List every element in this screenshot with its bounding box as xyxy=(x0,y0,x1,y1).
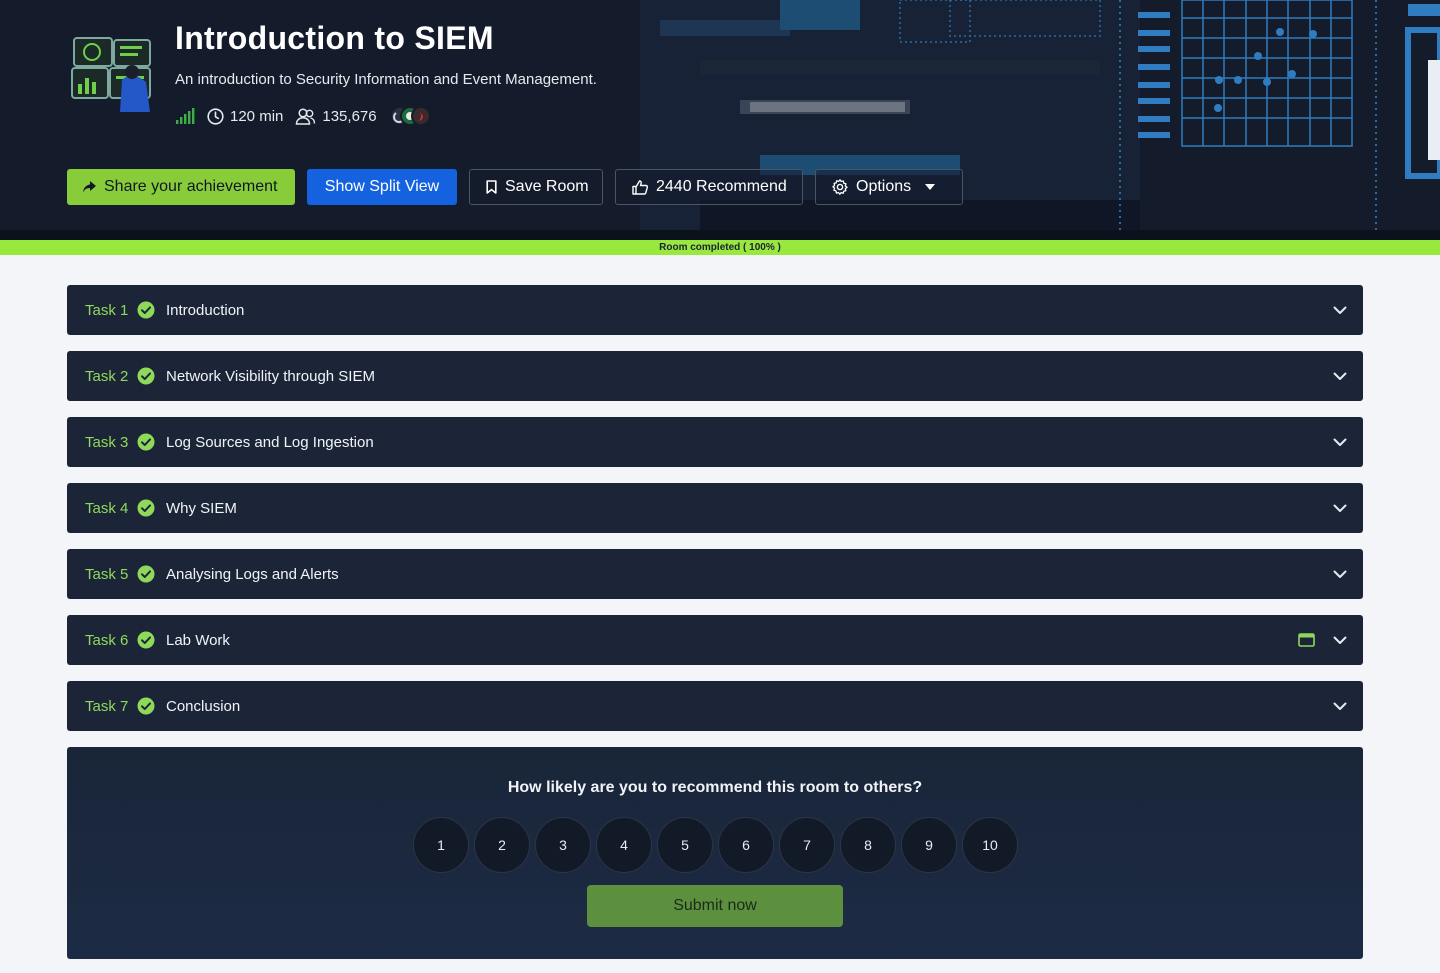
task-title: Introduction xyxy=(166,301,245,319)
task-row[interactable]: Task 2 Network Visibility through SIEM xyxy=(67,351,1363,401)
chevron-down-icon[interactable] xyxy=(1333,570,1347,579)
chevron-down-icon[interactable] xyxy=(1333,636,1347,645)
rating-option-1[interactable]: 1 xyxy=(413,817,469,873)
bookmark-icon xyxy=(486,180,497,194)
room-progress-bar: Room completed ( 100% ) xyxy=(0,240,1440,255)
task-title: Log Sources and Log Ingestion xyxy=(166,433,374,451)
split-view-button[interactable]: Show Split View xyxy=(307,169,457,205)
task-row[interactable]: Task 3 Log Sources and Log Ingestion xyxy=(67,417,1363,467)
thumbs-up-icon xyxy=(632,179,648,195)
task-title: Lab Work xyxy=(166,631,230,649)
user-count: 135,676 xyxy=(295,107,377,125)
rating-option-9[interactable]: 9 xyxy=(901,817,957,873)
save-room-label: Save Room xyxy=(505,178,589,195)
action-buttons: Share your achievement Show Split View S… xyxy=(67,169,975,205)
rating-option-2[interactable]: 2 xyxy=(474,817,530,873)
chevron-down-icon[interactable] xyxy=(1333,438,1347,447)
options-label: Options xyxy=(856,178,912,195)
task-title: Conclusion xyxy=(166,697,241,715)
share-achievement-button[interactable]: Share your achievement xyxy=(67,169,295,205)
gear-icon xyxy=(832,179,848,195)
task-row[interactable]: Task 7 Conclusion xyxy=(67,681,1363,731)
rating-option-6[interactable]: 6 xyxy=(718,817,774,873)
user-count-text: 135,676 xyxy=(322,107,377,125)
task-number: Task 2 xyxy=(85,367,129,385)
chevron-down-icon[interactable] xyxy=(1333,504,1347,513)
rating-option-5[interactable]: 5 xyxy=(657,817,713,873)
clock-icon xyxy=(207,107,224,125)
recommendation-survey: How likely are you to recommend this roo… xyxy=(67,747,1363,959)
task-title: Network Visibility through SIEM xyxy=(166,367,375,385)
task-row[interactable]: Task 1 Introduction xyxy=(67,285,1363,335)
share-icon xyxy=(83,181,96,193)
share-achievement-label: Share your achievement xyxy=(104,178,278,195)
room-header: Introduction to SIEM An introduction to … xyxy=(0,0,1440,240)
save-room-button[interactable]: Save Room xyxy=(469,169,603,205)
submit-rating-button[interactable]: Submit now xyxy=(587,885,843,927)
task-list: Task 1 Introduction Task 2 Network Visib… xyxy=(67,285,1363,747)
chevron-down-icon[interactable] xyxy=(1333,372,1347,381)
users-icon xyxy=(296,107,316,125)
survey-question: How likely are you to recommend this roo… xyxy=(507,779,923,796)
check-circle-icon xyxy=(137,367,155,385)
task-row[interactable]: Task 5 Analysing Logs and Alerts xyxy=(67,549,1363,599)
rating-option-8[interactable]: 8 xyxy=(840,817,896,873)
avatar-group-icon xyxy=(389,106,431,126)
duration-text: 120 min xyxy=(230,107,284,125)
difficulty-indicator xyxy=(175,108,195,124)
rating-scale: 1 2 3 4 5 6 7 8 9 10 xyxy=(413,817,1023,873)
check-circle-icon xyxy=(137,697,155,715)
progress-label: Room completed ( 100% ) xyxy=(659,242,781,253)
check-circle-icon xyxy=(137,565,155,583)
chevron-down-icon[interactable] xyxy=(1333,306,1347,315)
task-row[interactable]: Task 4 Why SIEM xyxy=(67,483,1363,533)
task-number: Task 4 xyxy=(85,499,129,517)
recommend-label: 2440 Recommend xyxy=(656,178,787,195)
check-circle-icon xyxy=(137,433,155,451)
task-row[interactable]: Task 6 Lab Work xyxy=(67,615,1363,665)
task-number: Task 3 xyxy=(85,433,129,451)
rating-option-4[interactable]: 4 xyxy=(596,817,652,873)
check-circle-icon xyxy=(137,499,155,517)
rating-option-3[interactable]: 3 xyxy=(535,817,591,873)
task-number: Task 5 xyxy=(85,565,129,583)
task-number: Task 6 xyxy=(85,631,129,649)
creator-avatars[interactable] xyxy=(389,105,433,127)
task-number: Task 7 xyxy=(85,697,129,715)
check-circle-icon xyxy=(137,301,155,319)
task-title: Why SIEM xyxy=(166,499,237,517)
room-logo-icon xyxy=(71,37,151,112)
rating-option-10[interactable]: 10 xyxy=(962,817,1018,873)
recommend-button[interactable]: 2440 Recommend xyxy=(615,169,803,205)
rating-option-7[interactable]: 7 xyxy=(779,817,835,873)
split-view-label: Show Split View xyxy=(324,178,440,195)
task-title: Analysing Logs and Alerts xyxy=(166,565,339,583)
virtual-machine-icon[interactable] xyxy=(1298,633,1315,647)
room-title: Introduction to SIEM xyxy=(175,20,494,56)
chevron-down-icon[interactable] xyxy=(1333,702,1347,711)
check-circle-icon xyxy=(137,631,155,649)
signal-bars-icon xyxy=(176,108,195,124)
room-description: An introduction to Security Information … xyxy=(175,71,597,88)
task-number: Task 1 xyxy=(85,301,129,319)
caret-down-icon xyxy=(925,184,936,190)
duration: 120 min xyxy=(207,108,283,125)
room-meta: 120 min 135,676 xyxy=(175,104,445,128)
options-dropdown-button[interactable]: Options xyxy=(815,169,963,205)
